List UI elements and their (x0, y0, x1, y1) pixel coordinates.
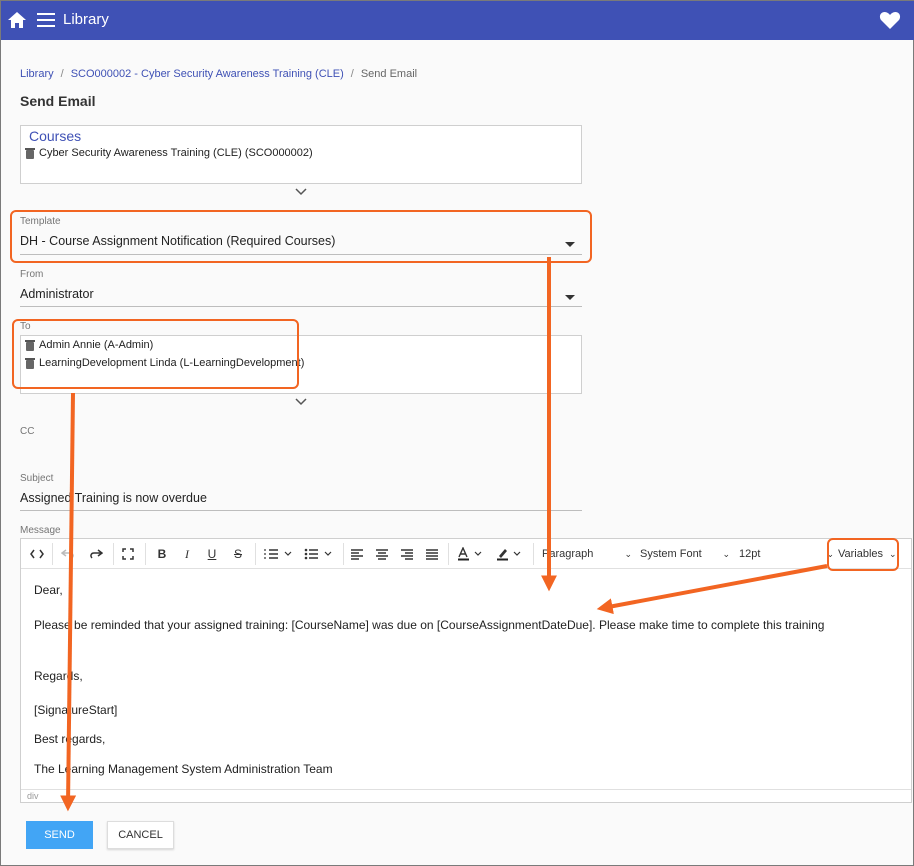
annotation-arrows (60, 257, 828, 812)
arrow-to-send (60, 392, 77, 812)
app-frame: Library Library / SCO000002 - Cyber Securi… (0, 0, 914, 866)
arrow-variables-to-body (596, 564, 828, 615)
